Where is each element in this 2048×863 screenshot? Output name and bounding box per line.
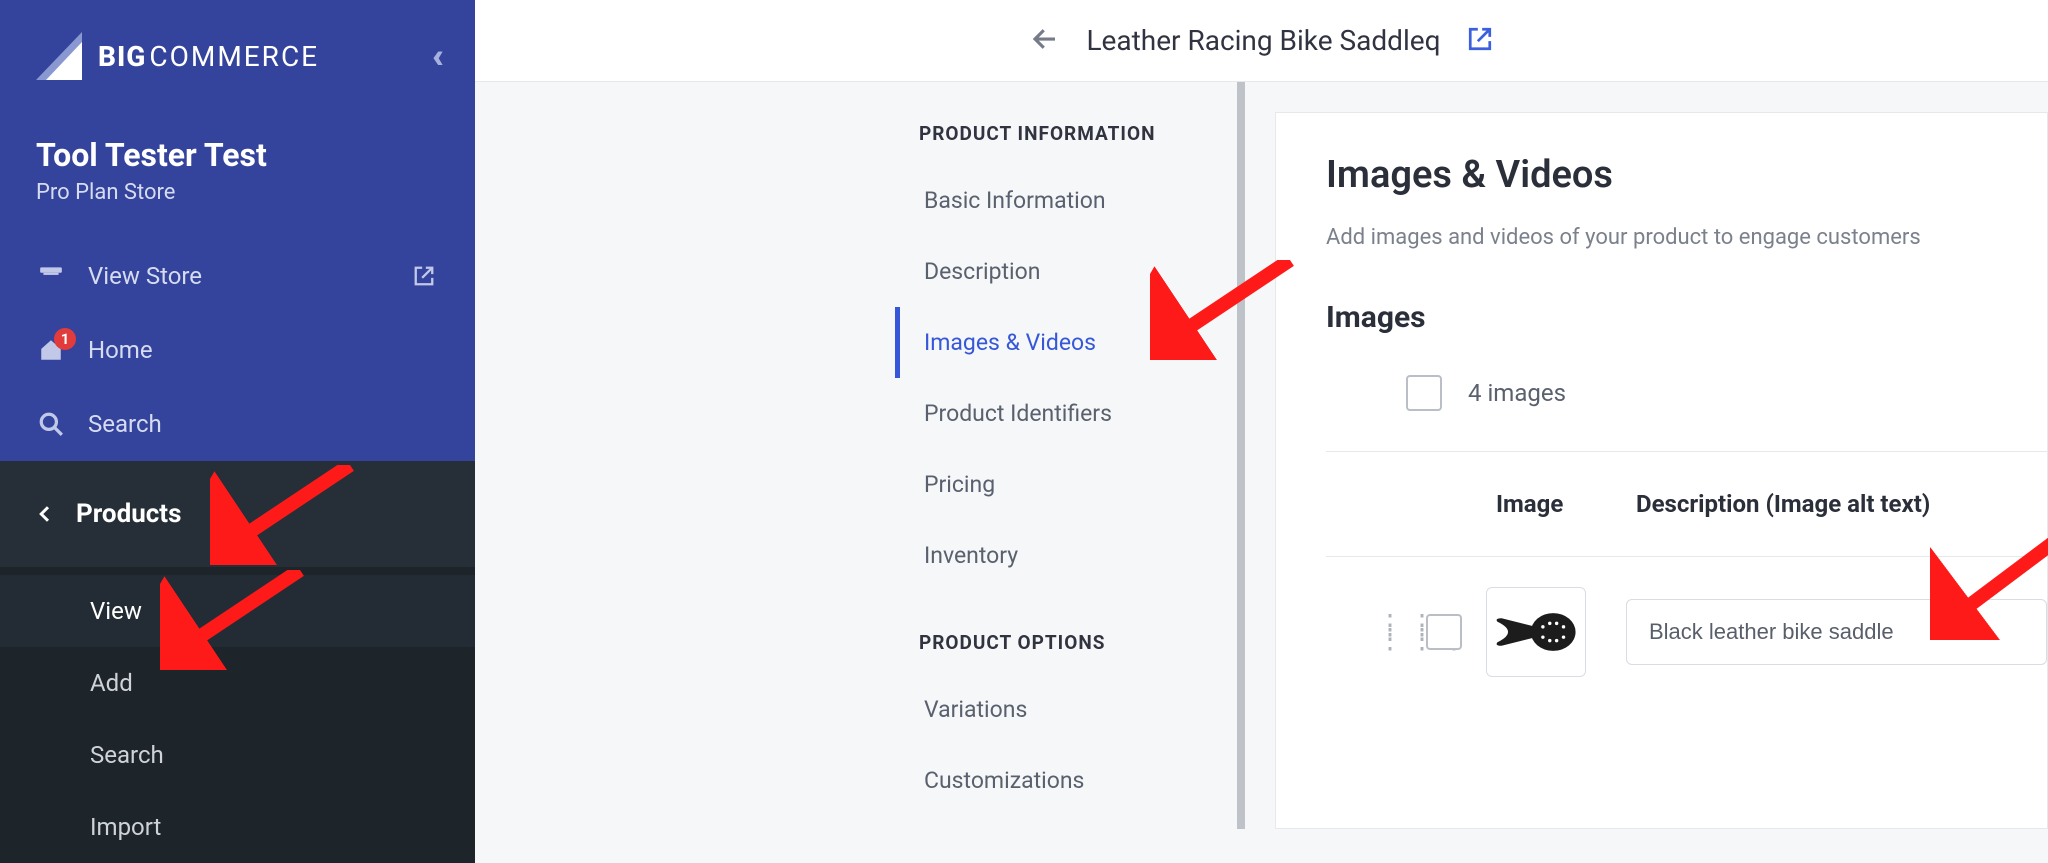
external-link-icon <box>409 261 439 291</box>
images-table-header: Image Description (Image alt text) <box>1326 452 2047 557</box>
section-variations[interactable]: Variations <box>895 674 1237 745</box>
products-label: Products <box>76 499 181 529</box>
sidebar-header: BIG COMMERCE ‹‹ <box>0 0 475 86</box>
home-icon: 1 <box>36 335 66 365</box>
products-search[interactable]: Search <box>0 719 475 791</box>
products-import[interactable]: Import <box>0 791 475 863</box>
nav-home-label: Home <box>88 336 153 364</box>
search-icon <box>36 409 66 439</box>
chevron-left-icon <box>36 501 54 527</box>
nav-search[interactable]: Search <box>0 387 475 461</box>
products-section: Products View Add Search Import <box>0 461 475 863</box>
nav-view-store[interactable]: View Store <box>0 239 475 313</box>
section-basic-information[interactable]: Basic Information <box>895 165 1237 236</box>
products-add[interactable]: Add <box>0 647 475 719</box>
alt-text-input[interactable] <box>1626 599 2047 665</box>
open-new-tab-icon[interactable] <box>1467 26 1493 56</box>
products-header[interactable]: Products <box>0 461 475 567</box>
image-row-checkbox[interactable] <box>1426 614 1462 650</box>
page-title: Leather Racing Bike Saddleq <box>1086 24 1440 57</box>
logo-commerce: COMMERCE <box>149 40 319 73</box>
home-badge: 1 <box>54 328 76 350</box>
logo: BIG COMMERCE <box>36 32 319 80</box>
panel-title: Images & Videos <box>1326 153 2047 197</box>
group-product-options: PRODUCT OPTIONS <box>895 621 1237 674</box>
content-row: PRODUCT INFORMATION Basic Information De… <box>475 82 2048 829</box>
th-image: Image <box>1496 490 1636 518</box>
logo-big: BIG <box>98 40 146 73</box>
topbar: Leather Racing Bike Saddleq <box>475 0 2048 82</box>
section-inventory[interactable]: Inventory <box>895 520 1237 591</box>
store-icon <box>36 261 66 291</box>
section-product-identifiers[interactable]: Product Identifiers <box>895 378 1237 449</box>
select-all-checkbox[interactable] <box>1406 375 1442 411</box>
main-area: Leather Racing Bike Saddleq PRODUCT INFO… <box>475 0 2048 829</box>
back-button[interactable] <box>1030 24 1060 58</box>
drag-handle-icon[interactable]: ⋮⋮⋮⋮⋮⋮ <box>1376 618 1426 646</box>
image-row: ⋮⋮⋮⋮⋮⋮ <box>1326 557 2047 707</box>
panel-help: Add images and videos of your product to… <box>1326 225 2047 250</box>
nav-search-label: Search <box>88 410 162 438</box>
section-nav: PRODUCT INFORMATION Basic Information De… <box>875 82 1245 829</box>
image-thumbnail[interactable] <box>1486 587 1586 677</box>
bike-saddle-icon <box>1493 602 1579 662</box>
images-heading: Images <box>1326 300 2047 335</box>
store-info: Tool Tester Test Pro Plan Store <box>0 86 475 225</box>
store-plan: Pro Plan Store <box>36 180 439 205</box>
section-pricing[interactable]: Pricing <box>895 449 1237 520</box>
detail-panel: Images & Videos Add images and videos of… <box>1275 112 2048 829</box>
collapse-sidebar-icon[interactable]: ‹‹ <box>433 36 443 76</box>
nav-home[interactable]: 1 Home <box>0 313 475 387</box>
group-product-information: PRODUCT INFORMATION <box>895 112 1237 165</box>
section-description[interactable]: Description <box>895 236 1237 307</box>
primary-nav: View Store 1 Home Search <box>0 225 475 461</box>
images-count: 4 images <box>1468 379 1566 407</box>
th-description: Description (Image alt text) <box>1636 490 1930 518</box>
nav-view-store-label: View Store <box>88 262 202 290</box>
sidebar: BIG COMMERCE ‹‹ Tool Tester Test Pro Pla… <box>0 0 475 829</box>
images-count-row: 4 images <box>1326 375 2047 452</box>
store-name: Tool Tester Test <box>36 136 439 174</box>
section-customizations[interactable]: Customizations <box>895 745 1237 816</box>
products-sublist: View Add Search Import <box>0 567 475 863</box>
products-view[interactable]: View <box>0 575 475 647</box>
section-images-videos[interactable]: Images & Videos <box>895 307 1237 378</box>
logo-mark-icon <box>36 32 96 80</box>
